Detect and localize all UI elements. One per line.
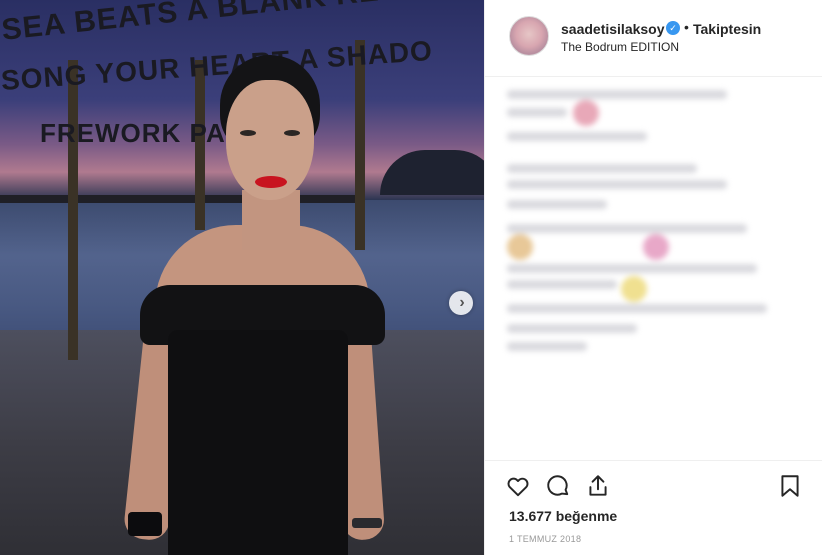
bracelet xyxy=(128,512,162,536)
left-eye xyxy=(240,130,256,136)
black-dress xyxy=(168,330,348,555)
separator-dot: • xyxy=(684,19,689,35)
comment-line xyxy=(507,90,727,99)
comments-blurred xyxy=(503,84,803,364)
like-count[interactable]: 13.677 beğenme xyxy=(509,508,617,524)
comment-emoji xyxy=(621,276,647,302)
heart-icon[interactable] xyxy=(505,473,531,499)
distant-hill xyxy=(380,150,484,195)
post-view: SEA BEATS A BLANK REMEMBI SONG YOUR HEAR… xyxy=(0,0,822,555)
comment-line xyxy=(507,264,757,273)
post-sidebar: saadetisilaksoy ✓ • Takiptesin The Bodru… xyxy=(484,0,822,555)
comment-line xyxy=(507,164,697,173)
watch xyxy=(352,518,382,528)
red-lips xyxy=(255,176,287,188)
chevron-right-icon: › xyxy=(459,294,465,311)
post-header: saadetisilaksoy ✓ • Takiptesin The Bodru… xyxy=(485,0,822,77)
next-photo-button[interactable]: › xyxy=(449,291,473,315)
comment-line xyxy=(507,132,647,141)
sign-post xyxy=(68,60,78,360)
post-date[interactable]: 1 TEMMUZ 2018 xyxy=(509,534,581,544)
comment-line xyxy=(507,324,637,333)
right-eye xyxy=(284,130,300,136)
comment-emoji xyxy=(643,234,669,260)
username-link[interactable]: saadetisilaksoy xyxy=(561,21,665,37)
comment-line xyxy=(507,180,727,189)
comment-line xyxy=(507,304,767,313)
share-icon[interactable] xyxy=(585,473,611,499)
sign-text-line-2: SONG YOUR HEART A SHADO xyxy=(0,34,434,96)
pier xyxy=(0,195,360,203)
location-link[interactable]: The Bodrum EDITION xyxy=(561,40,679,54)
comment-line xyxy=(507,200,607,209)
comment-icon[interactable] xyxy=(545,473,571,499)
following-button[interactable]: Takiptesin xyxy=(693,21,761,37)
action-bar xyxy=(485,460,822,497)
post-photo[interactable]: SEA BEATS A BLANK REMEMBI SONG YOUR HEAR… xyxy=(0,0,484,555)
bookmark-icon[interactable] xyxy=(777,473,803,499)
comment-line xyxy=(507,280,617,289)
comment-line xyxy=(507,342,587,351)
comment-line xyxy=(507,108,567,117)
comment-emoji xyxy=(507,234,533,260)
comment-emoji xyxy=(573,100,599,126)
verified-badge-icon: ✓ xyxy=(666,21,680,35)
comment-line xyxy=(507,224,747,233)
avatar[interactable] xyxy=(509,16,549,56)
